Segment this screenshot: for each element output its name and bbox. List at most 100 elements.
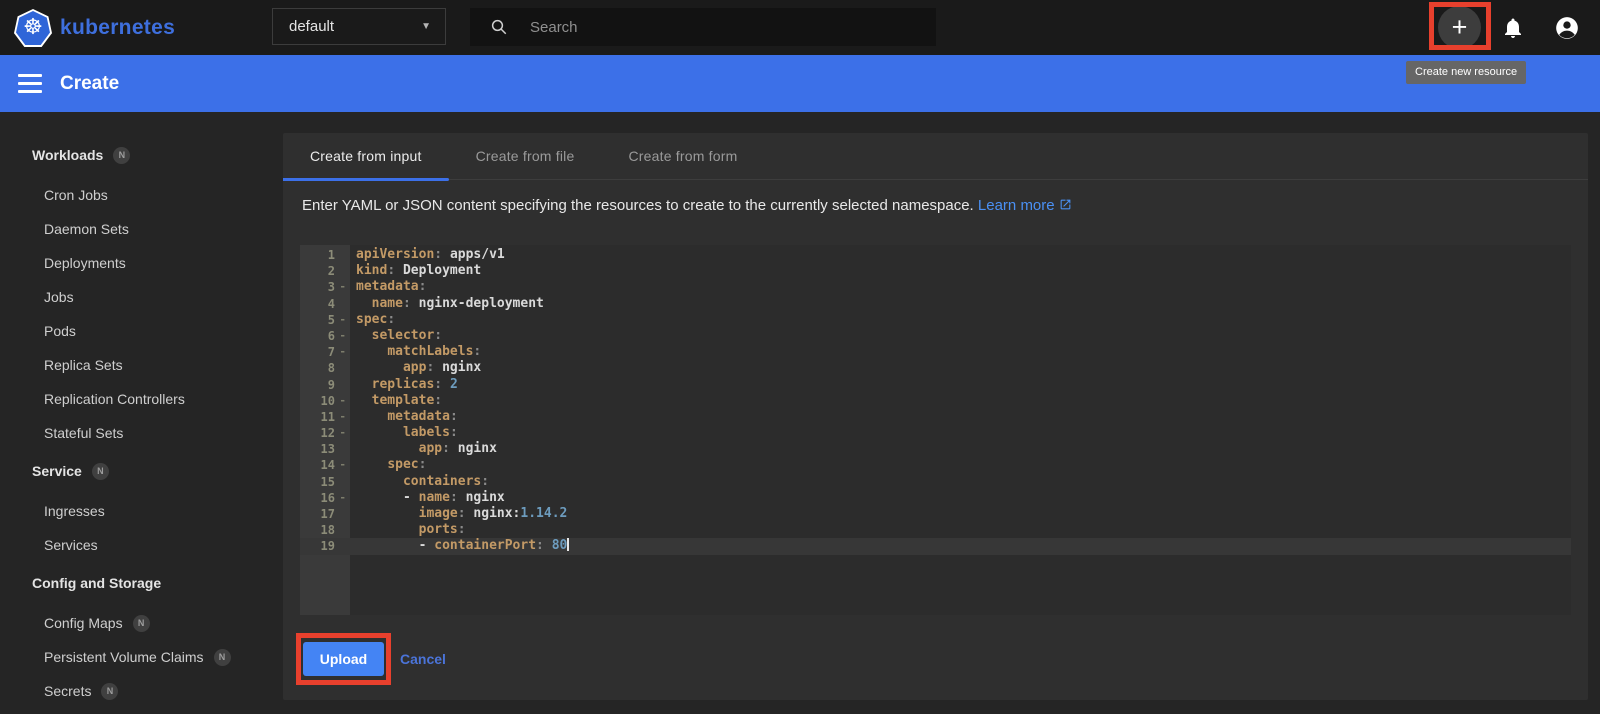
line-number: 11- bbox=[320, 409, 346, 425]
sidebar-item-deployments[interactable]: Deployments bbox=[0, 246, 280, 280]
code-line-1: 1 apiVersion: apps/v1 bbox=[300, 247, 1571, 263]
code-line-5: 5- spec: bbox=[300, 312, 1571, 328]
code-line-13: 13 app: nginx bbox=[300, 441, 1571, 457]
code-line-11: 11- metadata: bbox=[300, 409, 1571, 425]
sidebar-item-ingresses[interactable]: Ingresses bbox=[0, 494, 280, 528]
code-line-9: 9 replicas: 2 bbox=[300, 377, 1571, 393]
tab-create-from-file[interactable]: Create from file bbox=[449, 133, 602, 180]
code-line-14: 14- spec: bbox=[300, 457, 1571, 473]
kubernetes-logo-icon[interactable]: ☸ bbox=[14, 9, 52, 47]
sidebar-nav: Workloads N Cron Jobs Daemon Sets Deployment… bbox=[0, 112, 280, 714]
code-line-10: 10- template: bbox=[300, 393, 1571, 409]
fold-marker-icon[interactable]: - bbox=[339, 312, 346, 328]
line-number: 3- bbox=[327, 279, 346, 295]
active-tab-indicator bbox=[283, 178, 449, 181]
sidebar-item-persistent-volume-claims[interactable]: Persistent Volume Claims N bbox=[0, 640, 280, 674]
code-line-16: 16- - name: nginx bbox=[300, 490, 1571, 506]
tab-create-from-input[interactable]: Create from input bbox=[283, 133, 449, 180]
code-line-18: 18 ports: bbox=[300, 522, 1571, 538]
fold-marker-icon[interactable]: - bbox=[339, 457, 346, 473]
line-number: 7- bbox=[327, 344, 346, 360]
code-line-7: 7- matchLabels: bbox=[300, 344, 1571, 360]
sidebar-item-stateful-sets[interactable]: Stateful Sets bbox=[0, 416, 280, 450]
editor-lines: 1 apiVersion: apps/v1 2 kind: Deployment 3- m… bbox=[300, 247, 1571, 555]
sidebar-item-pods[interactable]: Pods bbox=[0, 314, 280, 348]
sidebar-item-daemon-sets[interactable]: Daemon Sets bbox=[0, 212, 280, 246]
code-line-15: 15 containers: bbox=[300, 474, 1571, 490]
cancel-button[interactable]: Cancel bbox=[400, 642, 446, 676]
line-number: 9 bbox=[327, 377, 335, 392]
sidebar-item-jobs[interactable]: Jobs bbox=[0, 280, 280, 314]
account-circle-icon bbox=[1555, 16, 1578, 39]
fold-marker-icon[interactable]: - bbox=[339, 279, 346, 295]
editor-description: Enter YAML or JSON content specifying th… bbox=[302, 197, 1072, 214]
notifications-button[interactable] bbox=[1491, 6, 1534, 49]
yaml-editor[interactable]: 1 apiVersion: apps/v1 2 kind: Deployment 3- m… bbox=[300, 245, 1571, 615]
tab-create-from-form[interactable]: Create from form bbox=[601, 133, 764, 180]
new-badge: N bbox=[101, 682, 119, 700]
tooltip: Create new resource bbox=[1406, 61, 1527, 84]
code-line-17: 17 image: nginx:1.14.2 bbox=[300, 506, 1571, 522]
create-new-resource-button[interactable]: + bbox=[1438, 6, 1481, 49]
code-line-3: 3- metadata: bbox=[300, 279, 1571, 295]
line-number: 12- bbox=[320, 425, 346, 441]
fold-marker-icon[interactable]: - bbox=[339, 344, 346, 360]
learn-more-link[interactable]: Learn more bbox=[978, 197, 1072, 214]
line-number: 4 bbox=[327, 296, 335, 311]
create-card: Create from input Create from file Create … bbox=[283, 133, 1588, 700]
line-number: 18 bbox=[320, 523, 335, 538]
code-line-6: 6- selector: bbox=[300, 328, 1571, 344]
fold-marker-icon[interactable]: - bbox=[339, 393, 346, 409]
fold-marker-icon[interactable]: - bbox=[339, 490, 346, 506]
sidebar-item-secrets[interactable]: Secrets N bbox=[0, 674, 280, 708]
line-number: 5- bbox=[327, 312, 346, 328]
line-number: 6- bbox=[327, 328, 346, 344]
code-line-19: 19 - containerPort: 80 bbox=[300, 538, 1571, 555]
top-bar: ☸ kubernetes default ▼ + bbox=[0, 0, 1600, 55]
line-number: 1 bbox=[327, 248, 335, 262]
sidebar-item-services[interactable]: Services bbox=[0, 528, 280, 562]
text-cursor bbox=[567, 538, 570, 552]
code-line-12: 12- labels: bbox=[300, 425, 1571, 441]
new-badge: N bbox=[132, 614, 150, 632]
upload-button[interactable]: Upload bbox=[303, 642, 384, 676]
code-line-8: 8 app: nginx bbox=[300, 360, 1571, 376]
line-number: 2 bbox=[327, 264, 335, 279]
line-number: 8 bbox=[327, 361, 335, 376]
sidebar-item-cron-jobs[interactable]: Cron Jobs bbox=[0, 178, 280, 212]
namespace-selected-value: default bbox=[289, 18, 335, 35]
namespace-selector[interactable]: default ▼ bbox=[272, 8, 446, 45]
sidebar-header-service: Service N bbox=[0, 454, 280, 488]
chevron-down-icon: ▼ bbox=[421, 21, 431, 32]
brand-title: kubernetes bbox=[60, 16, 176, 39]
line-number: 19 bbox=[320, 539, 335, 554]
search-bar[interactable] bbox=[470, 8, 936, 46]
line-number: 14- bbox=[320, 457, 346, 473]
fold-marker-icon[interactable]: - bbox=[339, 409, 346, 425]
new-badge: N bbox=[91, 462, 109, 480]
search-input[interactable] bbox=[530, 18, 890, 36]
sidebar-header-config-and-storage: Config and Storage bbox=[32, 575, 162, 591]
line-number: 10- bbox=[320, 393, 346, 409]
sidebar-item-config-maps[interactable]: Config Maps N bbox=[0, 606, 280, 640]
search-icon bbox=[491, 19, 507, 35]
account-button[interactable] bbox=[1545, 6, 1588, 49]
page-title: Create bbox=[60, 73, 120, 94]
sidebar-header-workloads: Workloads N bbox=[0, 138, 280, 172]
line-number: 15 bbox=[320, 474, 335, 489]
tab-bar: Create from input Create from file Create … bbox=[283, 133, 1588, 180]
line-number: 16- bbox=[320, 490, 346, 506]
bell-icon bbox=[1504, 18, 1521, 38]
sidebar-item-replication-controllers[interactable]: Replication Controllers bbox=[0, 382, 280, 416]
fold-marker-icon[interactable]: - bbox=[339, 328, 346, 344]
new-badge: N bbox=[113, 146, 131, 164]
new-badge: N bbox=[213, 648, 231, 666]
line-number: 13 bbox=[320, 442, 335, 457]
app-bar: Create bbox=[0, 55, 1600, 112]
code-line-2: 2 kind: Deployment bbox=[300, 263, 1571, 279]
open-in-new-icon bbox=[1060, 199, 1070, 210]
sidebar-item-replica-sets[interactable]: Replica Sets bbox=[0, 348, 280, 382]
code-line-4: 4 name: nginx-deployment bbox=[300, 296, 1571, 312]
menu-icon[interactable] bbox=[18, 74, 42, 93]
fold-marker-icon[interactable]: - bbox=[339, 425, 346, 441]
